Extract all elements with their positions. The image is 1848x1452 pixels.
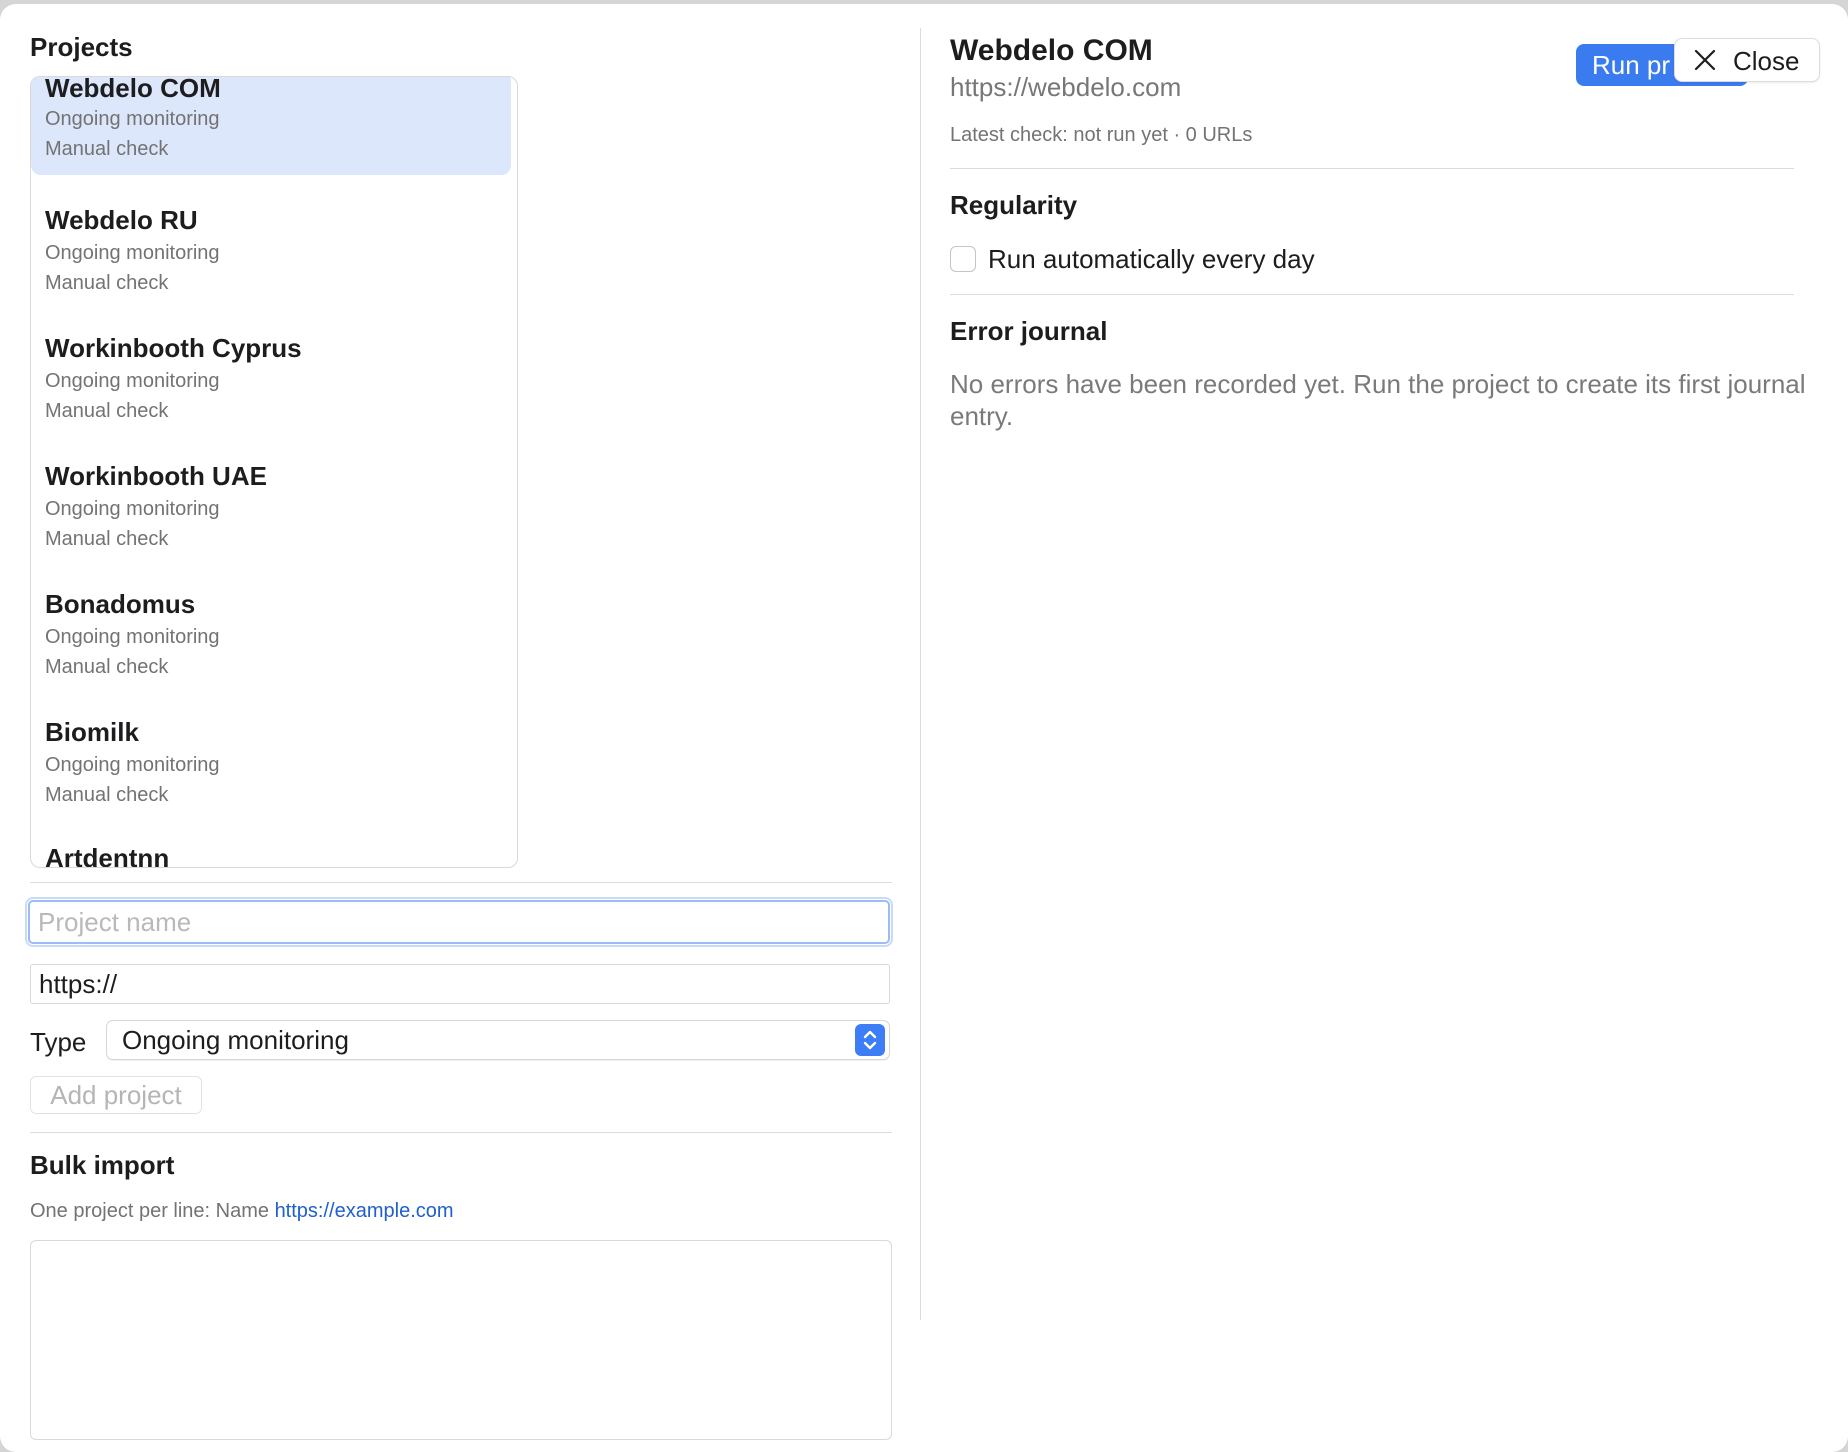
chevron-up-down-icon <box>855 1024 885 1056</box>
project-name: Bonadomus <box>45 589 196 619</box>
project-detail-url: https://webdelo.com <box>950 72 1182 102</box>
project-check-mode: Manual check <box>45 272 169 294</box>
project-name: Workinbooth UAE <box>45 461 267 491</box>
project-manager-window: Projects Webdelo COM Ongoing monitoring … <box>0 4 1848 1452</box>
project-check-mode: Manual check <box>45 138 169 160</box>
project-type: Ongoing monitoring <box>45 626 220 648</box>
add-project-button[interactable]: Add project <box>30 1076 202 1114</box>
divider <box>950 294 1794 295</box>
regularity-heading: Regularity <box>950 190 1078 220</box>
bulk-import-hint-text: One project per line: Name <box>30 1200 275 1222</box>
project-check-mode: Manual check <box>45 400 169 422</box>
project-item-biomilk[interactable]: Biomilk Ongoing monitoring Manual check <box>31 717 511 821</box>
close-icon <box>1694 49 1716 71</box>
project-name: Biomilk <box>45 717 139 747</box>
project-item-bonadomus[interactable]: Bonadomus Ongoing monitoring Manual chec… <box>31 589 511 693</box>
project-type: Ongoing monitoring <box>45 108 220 130</box>
project-name: Webdelo RU <box>45 205 198 235</box>
bulk-import-heading: Bulk import <box>30 1150 175 1180</box>
type-label: Type <box>30 1027 87 1057</box>
error-journal-empty-text: No errors have been recorded yet. Run th… <box>950 369 1806 431</box>
type-select[interactable]: Ongoing monitoring <box>106 1020 890 1060</box>
project-item-artdentnn[interactable]: Artdentnn <box>31 843 511 868</box>
project-name: Workinbooth Cyprus <box>45 333 302 363</box>
bulk-import-hint: One project per line: Name https://examp… <box>30 1200 454 1223</box>
project-type: Ongoing monitoring <box>45 242 220 264</box>
project-name: Artdentnn <box>45 843 170 868</box>
project-item-webdelo-ru[interactable]: Webdelo RU Ongoing monitoring Manual che… <box>31 205 511 309</box>
project-name: Webdelo COM <box>45 76 221 103</box>
auto-run-label[interactable]: Run automatically every day <box>988 244 1315 274</box>
project-check-mode: Manual check <box>45 784 169 806</box>
project-item-workinbooth-cyprus[interactable]: Workinbooth Cyprus Ongoing monitoring Ma… <box>31 333 511 437</box>
auto-run-checkbox[interactable] <box>950 246 976 272</box>
divider <box>30 1132 892 1133</box>
close-button-label: Close <box>1733 46 1800 76</box>
projects-heading: Projects <box>30 32 133 62</box>
project-detail-title: Webdelo COM <box>950 34 1153 67</box>
error-journal-heading: Error journal <box>950 316 1108 346</box>
project-type: Ongoing monitoring <box>45 370 220 392</box>
project-type: Ongoing monitoring <box>45 498 220 520</box>
project-type: Ongoing monitoring <box>45 754 220 776</box>
project-list[interactable]: Webdelo COM Ongoing monitoring Manual ch… <box>30 76 518 868</box>
close-button[interactable]: Close <box>1674 38 1820 82</box>
type-select-value: Ongoing monitoring <box>122 1025 349 1055</box>
divider <box>30 882 892 883</box>
project-item-webdelo-com[interactable]: Webdelo COM Ongoing monitoring Manual ch… <box>31 76 511 175</box>
project-item-workinbooth-uae[interactable]: Workinbooth UAE Ongoing monitoring Manua… <box>31 461 511 565</box>
column-divider <box>920 28 921 1320</box>
project-url-input[interactable] <box>30 964 890 1004</box>
latest-check-status: Latest check: not run yet · 0 URLs <box>950 124 1253 146</box>
divider <box>950 168 1794 169</box>
project-check-mode: Manual check <box>45 656 169 678</box>
bulk-import-textarea[interactable] <box>30 1240 892 1440</box>
project-check-mode: Manual check <box>45 528 169 550</box>
example-url-link[interactable]: https://example.com <box>275 1200 454 1222</box>
project-name-input[interactable] <box>25 897 893 947</box>
